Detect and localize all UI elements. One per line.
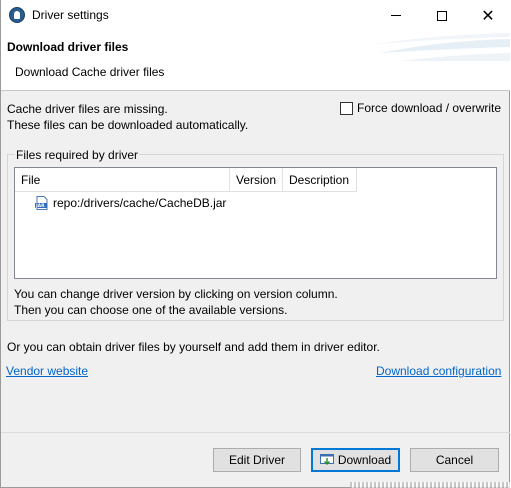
svg-text:JAR: JAR <box>35 203 45 209</box>
force-download-checkbox[interactable] <box>340 101 353 115</box>
minimize-icon <box>391 15 401 16</box>
force-download-label: Force download / overwrite <box>357 101 502 115</box>
close-button[interactable]: ✕ <box>465 0 511 31</box>
column-header-description[interactable]: Description <box>283 168 357 192</box>
driver-files-table[interactable]: File Version Description JAR repo:/drive… <box>14 167 497 279</box>
banner-title: Download driver files <box>7 40 129 54</box>
download-button[interactable]: Download <box>311 448 400 472</box>
column-header-version[interactable]: Version <box>230 168 283 192</box>
download-label: Download <box>337 453 392 467</box>
window-title: Driver settings <box>32 8 109 22</box>
driver-settings-dialog: Driver settings ✕ Download driver files … <box>0 0 510 488</box>
maximize-icon <box>437 10 447 21</box>
auto-download-text: These files can be downloaded automatica… <box>7 118 249 132</box>
file-path: repo:/drivers/cache/CacheDB.jar <box>53 196 227 210</box>
button-bar-separator <box>1 432 510 433</box>
download-configuration-link[interactable]: Download configuration <box>376 364 501 378</box>
download-icon <box>319 454 334 465</box>
title-bar[interactable]: Driver settings ✕ <box>1 0 510 31</box>
cancel-label: Cancel <box>435 453 474 467</box>
edit-driver-label: Edit Driver <box>228 453 285 467</box>
header-banner: Download driver files Download Cache dri… <box>1 31 510 91</box>
missing-files-text: Cache driver files are missing. <box>7 102 168 116</box>
obtain-files-text: Or you can obtain driver files by yourse… <box>7 340 380 354</box>
maximize-button[interactable] <box>419 0 465 31</box>
force-download-option[interactable]: Force download / overwrite <box>340 101 501 115</box>
minimize-button[interactable] <box>373 0 419 31</box>
close-icon: ✕ <box>481 5 495 25</box>
background-residue <box>350 482 510 488</box>
files-required-label: Files required by driver <box>15 148 140 162</box>
table-row[interactable]: JAR repo:/drivers/cache/CacheDB.jar <box>35 194 226 212</box>
jar-file-icon: JAR <box>35 196 48 210</box>
version-hint-text: You can change driver version by clickin… <box>14 287 338 301</box>
banner-decoration <box>370 33 510 61</box>
banner-subtitle: Download Cache driver files <box>15 65 165 79</box>
cancel-button[interactable]: Cancel <box>410 448 499 472</box>
dbeaver-app-icon <box>9 7 25 23</box>
edit-driver-button[interactable]: Edit Driver <box>213 448 301 472</box>
column-header-file[interactable]: File <box>15 168 230 192</box>
version-choose-text: Then you can choose one of the available… <box>14 303 288 317</box>
vendor-website-link[interactable]: Vendor website <box>6 364 88 378</box>
